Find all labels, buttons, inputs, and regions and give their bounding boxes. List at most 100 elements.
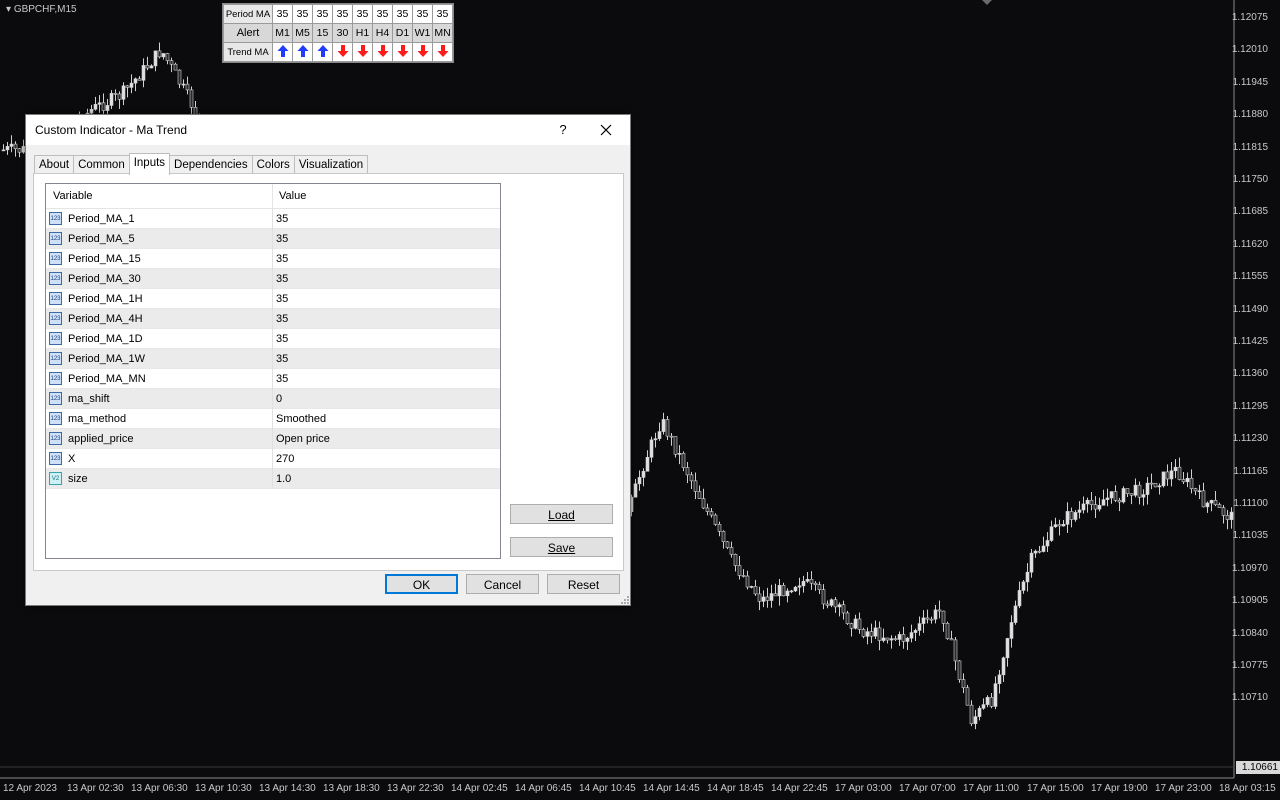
trend-down-arrow-icon <box>332 42 353 62</box>
integer-type-icon: 123 <box>49 272 62 285</box>
cell-separator <box>272 329 273 349</box>
input-row-period-ma-15[interactable]: 123 Period_MA_15 35 <box>46 249 500 269</box>
price-axis-label: 1.10970 <box>1231 562 1268 574</box>
input-row-period-ma-1[interactable]: 123 Period_MA_1 35 <box>46 209 500 229</box>
cell-separator <box>272 449 273 469</box>
cell-separator <box>272 269 273 289</box>
input-row-ma-method[interactable]: 123 ma_method Smoothed <box>46 409 500 429</box>
column-separator[interactable] <box>272 184 273 208</box>
dialog-titlebar[interactable]: Custom Indicator - Ma Trend ? <box>26 115 630 145</box>
trend-down-arrow-icon <box>372 42 393 62</box>
price-axis-label: 1.11425 <box>1232 336 1268 347</box>
variable-name: Period_MA_1 <box>68 213 135 225</box>
tab-visualization[interactable]: Visualization <box>293 155 369 174</box>
alert-label: Alert <box>223 23 273 43</box>
load-button[interactable]: Load <box>510 504 613 524</box>
cell-separator <box>272 309 273 329</box>
input-row-period-ma-30[interactable]: 123 Period_MA_30 35 <box>46 269 500 289</box>
time-axis-label: 14 Apr 18:45 <box>707 783 764 794</box>
timeframe-alert-toggle[interactable]: 15 <box>312 23 333 43</box>
resize-grip-icon[interactable] <box>621 596 629 604</box>
variable-value[interactable]: 270 <box>276 453 294 465</box>
timeframe-alert-toggle[interactable]: M1 <box>272 23 293 43</box>
timeframe-alert-toggle[interactable]: MN <box>432 23 453 43</box>
period-value: 35 <box>292 4 313 24</box>
time-axis-label: 13 Apr 18:30 <box>323 783 380 794</box>
grid-header: Variable Value <box>46 184 500 209</box>
price-axis-label: 1.11360 <box>1232 368 1268 380</box>
variable-value[interactable]: 1.0 <box>276 473 291 485</box>
input-row-period-ma-5[interactable]: 123 Period_MA_5 35 <box>46 229 500 249</box>
variable-value[interactable]: 35 <box>276 333 288 345</box>
value-column-header[interactable]: Value <box>279 190 306 202</box>
price-axis-label: 1.11230 <box>1232 433 1268 445</box>
input-row-size[interactable]: V2 size 1.0 <box>46 469 500 489</box>
input-row-x[interactable]: 123 X 270 <box>46 449 500 469</box>
variable-value[interactable]: 35 <box>276 353 288 365</box>
trend-up-arrow-icon <box>292 42 313 62</box>
price-axis-label: 1.10710 <box>1231 692 1268 704</box>
trend-down-arrow-icon <box>352 42 373 62</box>
input-row-ma-shift[interactable]: 123 ma_shift 0 <box>46 389 500 409</box>
variable-value[interactable]: Smoothed <box>276 413 326 425</box>
price-axis-label: 1.10905 <box>1231 595 1268 607</box>
variable-value[interactable]: 35 <box>276 233 288 245</box>
variable-value[interactable]: 35 <box>276 273 288 285</box>
input-row-period-ma-mn[interactable]: 123 Period_MA_MN 35 <box>46 369 500 389</box>
tab-dependencies[interactable]: Dependencies <box>169 155 253 174</box>
input-row-period-ma-4h[interactable]: 123 Period_MA_4H 35 <box>46 309 500 329</box>
cell-separator <box>272 349 273 369</box>
time-axis-label: 13 Apr 02:30 <box>67 783 124 794</box>
ok-button[interactable]: OK <box>385 574 458 594</box>
input-row-period-ma-1w[interactable]: 123 Period_MA_1W 35 <box>46 349 500 369</box>
variable-value[interactable]: 0 <box>276 393 282 405</box>
variable-name: ma_method <box>68 413 127 425</box>
cell-separator <box>272 409 273 429</box>
time-axis-label: 17 Apr 23:00 <box>1155 783 1212 794</box>
input-row-period-ma-1h[interactable]: 123 Period_MA_1H 35 <box>46 289 500 309</box>
integer-type-icon: 123 <box>49 292 62 305</box>
timeframe-alert-toggle[interactable]: 30 <box>332 23 353 43</box>
trend-up-arrow-icon <box>312 42 333 62</box>
price-axis-label: 1.11035 <box>1232 530 1268 542</box>
time-axis-label: 13 Apr 06:30 <box>131 783 188 794</box>
timeframe-alert-toggle[interactable]: H1 <box>352 23 373 43</box>
timeframe-alert-toggle[interactable]: H4 <box>372 23 393 43</box>
cell-separator <box>272 249 273 269</box>
variable-value[interactable]: Open price <box>276 433 330 445</box>
variable-value[interactable]: 35 <box>276 253 288 265</box>
cancel-button[interactable]: Cancel <box>466 574 539 594</box>
tab-colors[interactable]: Colors <box>251 155 295 174</box>
timeframe-alert-toggle[interactable]: W1 <box>412 23 433 43</box>
variable-name: Period_MA_5 <box>68 233 135 245</box>
period-value: 35 <box>332 4 353 24</box>
integer-type-icon: 123 <box>49 232 62 245</box>
period-value: 35 <box>412 4 433 24</box>
variable-value[interactable]: 35 <box>276 373 288 385</box>
timeframe-alert-toggle[interactable]: D1 <box>392 23 413 43</box>
reset-button[interactable]: Reset <box>547 574 620 594</box>
timeframe-alert-toggle[interactable]: M5 <box>292 23 313 43</box>
period-value: 35 <box>272 4 293 24</box>
current-price-tag: 1.10661 <box>1236 761 1280 774</box>
trend-up-arrow-icon <box>272 42 293 62</box>
input-row-period-ma-1d[interactable]: 123 Period_MA_1D 35 <box>46 329 500 349</box>
integer-type-icon: 123 <box>49 352 62 365</box>
tab-about[interactable]: About <box>34 155 75 174</box>
variable-column-header[interactable]: Variable <box>53 190 93 202</box>
help-button[interactable]: ? <box>552 119 574 141</box>
variable-value[interactable]: 35 <box>276 313 288 325</box>
price-axis-label: 1.11295 <box>1232 400 1268 412</box>
input-row-applied-price[interactable]: 123 applied_price Open price <box>46 429 500 449</box>
tab-common[interactable]: Common <box>73 155 130 174</box>
period-value: 35 <box>432 4 453 24</box>
variable-value[interactable]: 35 <box>276 213 288 225</box>
chart-menu-icon[interactable]: ▾ <box>6 4 11 15</box>
close-icon <box>600 124 612 136</box>
close-button[interactable] <box>592 117 620 143</box>
variable-value[interactable]: 35 <box>276 293 288 305</box>
save-button[interactable]: Save <box>510 537 613 557</box>
ma-trend-panel: Period MA 35 35 35 35 35 35 35 35 35 Alert M1 M5 1… <box>222 3 454 63</box>
period-ma-row: Period MA 35 35 35 35 35 35 35 35 35 <box>223 4 453 24</box>
tab-inputs[interactable]: Inputs <box>128 153 171 175</box>
